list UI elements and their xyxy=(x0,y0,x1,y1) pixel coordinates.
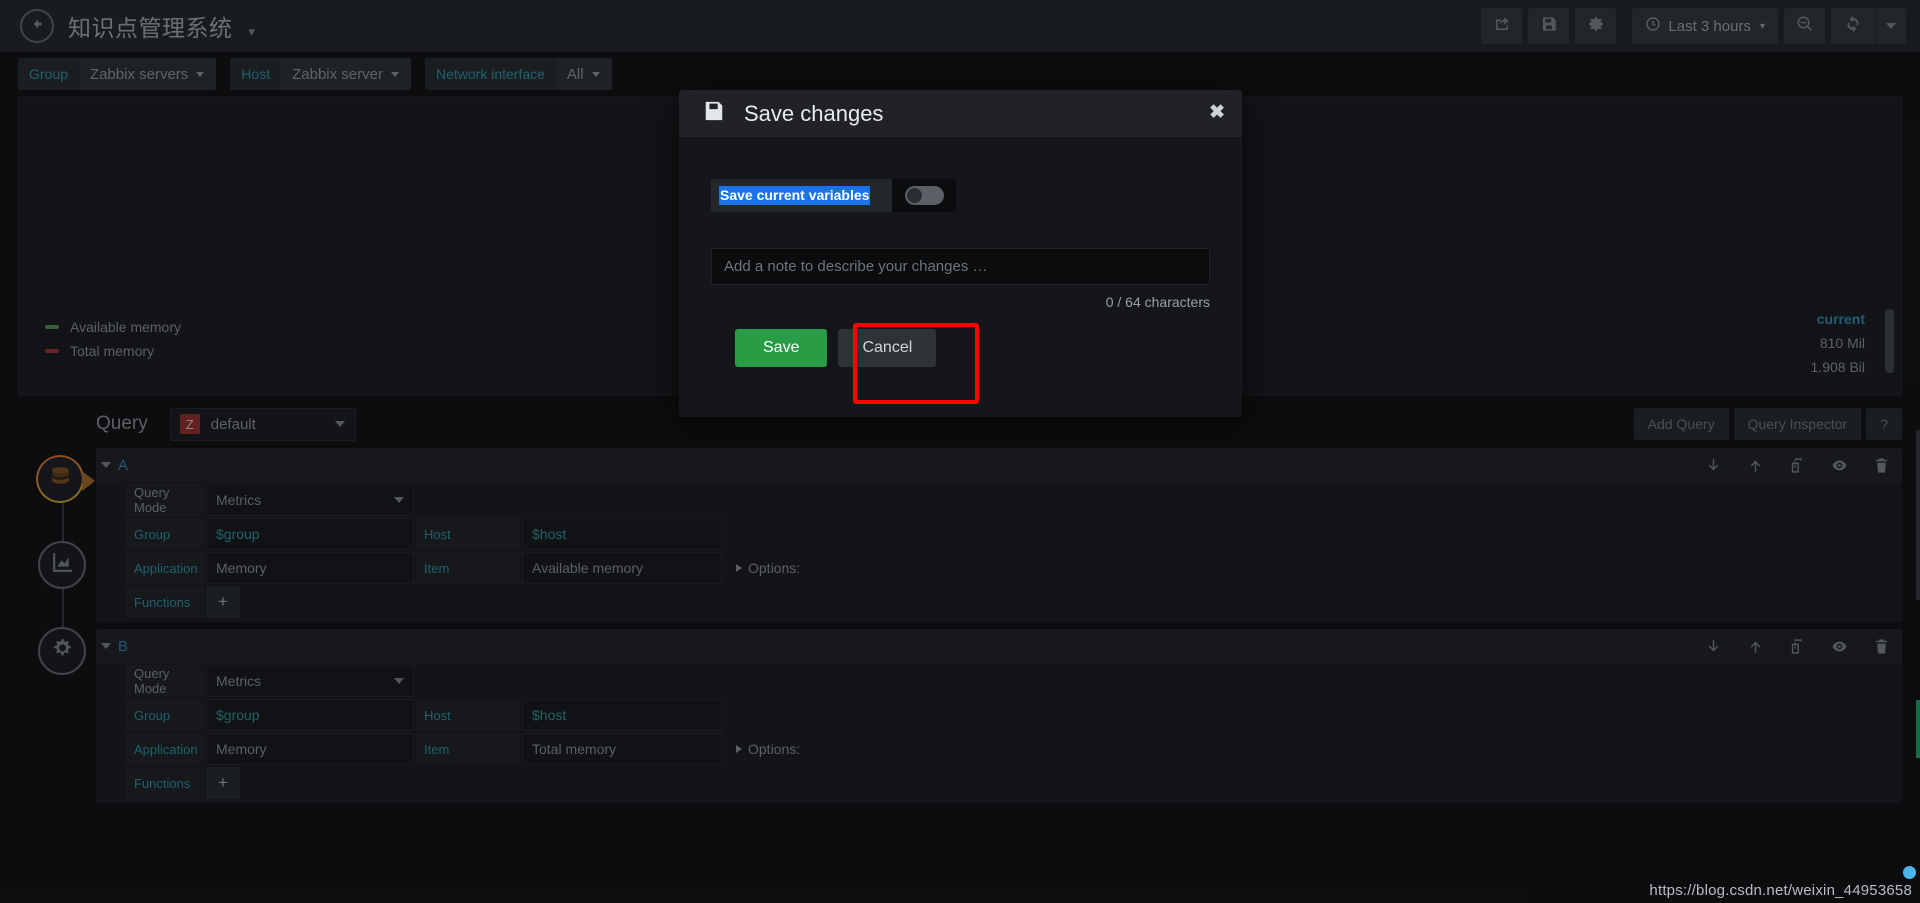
floppy-disk-icon xyxy=(703,100,744,127)
save-changes-modal: Save changes ✖ Save current variables 0 … xyxy=(679,90,1242,417)
save-current-variables-label-wrap: Save current variables xyxy=(711,179,892,212)
toggle-knob xyxy=(906,188,922,203)
save-button[interactable]: Save xyxy=(735,329,828,367)
change-note-input[interactable] xyxy=(711,248,1210,285)
character-counter: 0 / 64 characters xyxy=(1105,294,1210,310)
modal-actions: Save Cancel xyxy=(711,329,1210,367)
close-icon[interactable]: ✖ xyxy=(1209,103,1225,122)
modal-header: Save changes ✖ xyxy=(679,90,1242,137)
save-current-variables-toggle[interactable] xyxy=(892,179,956,212)
grafana-dashboard-edit-page: 知识点管理系统 ▾ Last 3 hours ▾ Group Zabbix se… xyxy=(0,0,1920,903)
toggle-track xyxy=(904,186,944,205)
cancel-button[interactable]: Cancel xyxy=(838,329,937,367)
save-current-variables-label: Save current variables xyxy=(719,186,871,205)
modal-title: Save changes xyxy=(744,100,884,126)
save-current-variables-field: Save current variables xyxy=(711,179,956,212)
watermark-dot-icon xyxy=(1903,866,1916,879)
watermark-url: https://blog.csdn.net/weixin_44953658 xyxy=(1649,882,1912,899)
modal-body: Save current variables 0 / 64 characters… xyxy=(679,137,1242,417)
